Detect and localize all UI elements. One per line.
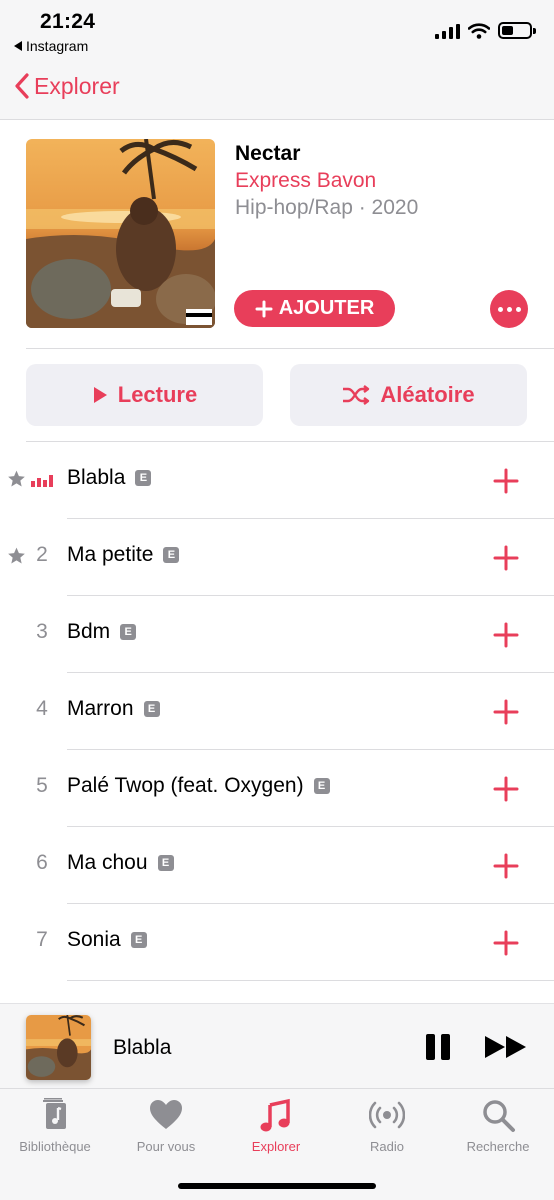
album-artwork[interactable] [26, 139, 215, 328]
home-indicator [178, 1183, 376, 1189]
track-title-group: Bdm E [67, 620, 137, 644]
tab-explore[interactable]: Explorer [221, 1097, 331, 1154]
now-playing-equalizer-icon [31, 472, 53, 487]
back-app-label: Instagram [26, 38, 89, 54]
back-triangle-icon [14, 41, 22, 51]
tab-label: Explorer [251, 1139, 301, 1154]
ellipsis-icon [497, 306, 503, 312]
track-title-group: Blabla E [67, 466, 152, 490]
heart-icon [150, 1100, 182, 1129]
navigation-bar: Explorer [0, 62, 554, 120]
tab-label: Pour vous [136, 1139, 196, 1154]
mini-player[interactable]: Blabla [0, 1003, 554, 1088]
explicit-badge: E [130, 932, 147, 948]
wifi-icon [468, 22, 490, 39]
track-title: Ma petite [67, 543, 154, 566]
track-number: 2 [36, 543, 48, 566]
tab-label: Radio [370, 1139, 404, 1154]
add-track-plus-icon[interactable] [492, 852, 520, 880]
skip-forward-button[interactable] [484, 1035, 528, 1059]
explicit-badge: E [120, 624, 137, 640]
add-track-plus-icon[interactable] [492, 467, 520, 495]
album-artwork-image [26, 139, 215, 328]
track-row[interactable]: Blabla E [0, 442, 554, 519]
mini-player-artwork [26, 1015, 91, 1080]
back-to-app-link[interactable]: Instagram [14, 38, 88, 54]
star-icon [8, 547, 25, 564]
pause-button[interactable] [426, 1034, 450, 1060]
tab-label: Bibliothèque [19, 1139, 91, 1154]
track-title: Palé Twop (feat. Oxygen) [67, 774, 304, 797]
track-title: Sonia [67, 928, 121, 951]
track-row[interactable]: 6 Ma chou E [0, 827, 554, 904]
track-number: 7 [36, 928, 48, 951]
status-bar: 21:24 Instagram [0, 0, 554, 62]
explicit-badge: E [135, 470, 152, 486]
album-genre-year: Hip-hop/Rap · 2020 [235, 196, 419, 219]
plus-icon [255, 300, 273, 317]
track-title-group: Ma petite E [67, 543, 180, 567]
cellular-signal-icon [435, 23, 460, 39]
track-title: Blabla [67, 466, 126, 489]
play-button[interactable]: Lecture [26, 364, 263, 426]
add-track-plus-icon[interactable] [492, 929, 520, 957]
add-track-plus-icon[interactable] [492, 775, 520, 803]
tab-radio[interactable]: Radio [332, 1097, 442, 1154]
row-divider [67, 980, 554, 981]
shuffle-icon [343, 385, 370, 405]
track-number: 4 [36, 697, 48, 720]
tab-for-you[interactable]: Pour vous [111, 1097, 221, 1154]
divider [26, 348, 554, 349]
track-title-group: Palé Twop (feat. Oxygen) E [67, 774, 330, 798]
explicit-badge: E [163, 547, 180, 563]
track-title-group: Ma chou E [67, 851, 174, 875]
track-title-group: Sonia E [67, 928, 147, 952]
chevron-left-icon [15, 73, 29, 99]
add-album-label: AJOUTER [278, 297, 375, 319]
status-icons [435, 22, 536, 39]
mini-player-title: Blabla [113, 1036, 172, 1059]
album-title: Nectar [235, 142, 301, 165]
battery-icon [498, 22, 536, 39]
music-note-icon [260, 1098, 290, 1132]
star-icon [8, 470, 25, 487]
explicit-badge: E [157, 855, 174, 871]
shuffle-button[interactable]: Aléatoire [290, 364, 527, 426]
pause-icon [426, 1034, 435, 1060]
more-options-button[interactable] [490, 290, 528, 328]
track-number: 5 [36, 774, 48, 797]
shuffle-button-label: Aléatoire [380, 382, 475, 407]
track-row[interactable]: 3 Bdm E [0, 596, 554, 673]
back-button-label: Explorer [34, 72, 120, 99]
track-title: Ma chou [67, 851, 148, 874]
track-row[interactable]: 4 Marron E [0, 673, 554, 750]
radio-icon [369, 1101, 405, 1129]
album-artist-link[interactable]: Express Bavon [235, 169, 376, 193]
track-title-group: Marron E [67, 697, 160, 721]
track-number: 3 [36, 620, 48, 643]
status-time: 21:24 [40, 10, 96, 33]
tab-library[interactable]: Bibliothèque [0, 1097, 110, 1154]
track-number: 6 [36, 851, 48, 874]
tab-label: Recherche [466, 1139, 530, 1154]
search-icon [483, 1100, 515, 1132]
explicit-badge: E [313, 778, 330, 794]
add-track-plus-icon[interactable] [492, 544, 520, 572]
library-icon [43, 1098, 66, 1129]
tab-search[interactable]: Recherche [443, 1097, 553, 1154]
add-track-plus-icon[interactable] [492, 621, 520, 649]
track-title: Bdm [67, 620, 111, 643]
add-track-plus-icon[interactable] [492, 698, 520, 726]
explicit-badge: E [143, 701, 160, 717]
play-icon [93, 387, 107, 403]
track-row[interactable]: 7 Sonia E [0, 904, 554, 981]
back-button[interactable]: Explorer [14, 72, 120, 100]
add-album-button[interactable]: AJOUTER [234, 290, 395, 327]
track-title: Marron [67, 697, 134, 720]
play-button-label: Lecture [117, 382, 198, 407]
track-row[interactable]: 2 Ma petite E [0, 519, 554, 596]
track-row[interactable]: 5 Palé Twop (feat. Oxygen) E [0, 750, 554, 827]
